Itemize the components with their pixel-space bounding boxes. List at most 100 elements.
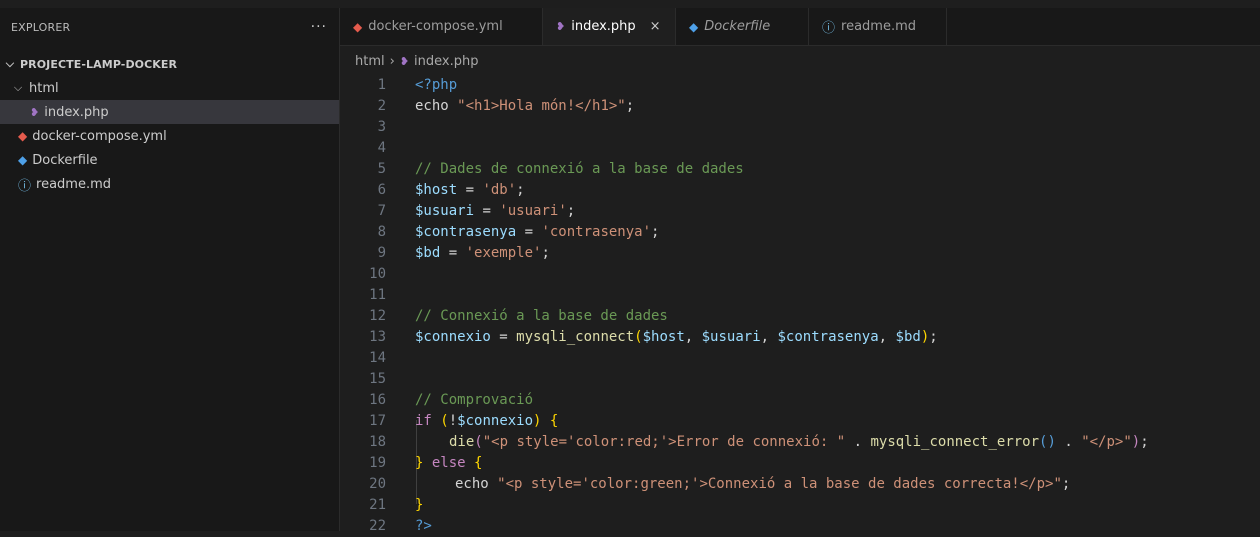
- more-actions-icon[interactable]: ···: [311, 19, 327, 35]
- code-token: ): [920, 329, 930, 345]
- tab-index-php[interactable]: ❥ index.php ×: [543, 8, 676, 45]
- line-number: 11: [369, 287, 386, 303]
- code-token: 'db': [482, 182, 517, 198]
- code-token: {: [549, 413, 559, 429]
- code-token: (: [634, 329, 643, 345]
- close-icon[interactable]: ×: [650, 19, 661, 34]
- code-token: ;: [1140, 434, 1149, 450]
- line-number: 16: [369, 392, 386, 408]
- php-file-icon: ❥: [30, 105, 40, 119]
- info-icon: ⓘ: [18, 178, 32, 194]
- code-editor[interactable]: 1 <?php 2 echo "<h1>Hola món!</h1>"; 3 4 5…: [340, 75, 1260, 534]
- php-file-icon: ❥: [556, 20, 566, 33]
- line-number: 14: [369, 350, 386, 366]
- breadcrumb: html › ❥ index.php: [340, 47, 1260, 75]
- code-token: else: [431, 455, 466, 471]
- tree-item-label: html: [29, 80, 59, 96]
- code-token: "<p style='color:red;'>Error de connexió…: [482, 434, 846, 450]
- code-token: $usuari: [701, 329, 761, 345]
- code-token: (: [474, 434, 483, 450]
- code-comment: // Dades de connexió a la base de dades: [415, 161, 744, 177]
- code-token: $host: [642, 329, 685, 345]
- code-token: .: [1055, 434, 1082, 450]
- tree-item-index-php[interactable]: ❥ index.php: [0, 100, 339, 124]
- php-file-icon: ❥: [399, 54, 410, 68]
- code-token: (): [1039, 434, 1056, 450]
- line-number: 4: [377, 140, 386, 156]
- editor-tabs: ◆ docker-compose.yml ❥ index.php × ◆ Doc…: [340, 8, 1260, 46]
- project-root-folder[interactable]: ⌵ PROJECTE-LAMP-DOCKER: [0, 52, 339, 76]
- code-comment: // Connexió a la base de dades: [415, 308, 668, 324]
- code-token: $connexio: [415, 329, 491, 345]
- code-token: 'usuari': [499, 203, 567, 219]
- code-token: =: [440, 245, 466, 261]
- code-token: =: [516, 224, 542, 240]
- tree-item-label: index.php: [44, 104, 109, 120]
- explorer-sidebar: EXPLORER ··· ⌵ PROJECTE-LAMP-DOCKER ⌵ ht…: [0, 8, 340, 531]
- line-number: 12: [369, 308, 386, 324]
- line-number: 22: [369, 518, 386, 534]
- tab-readme[interactable]: ⓘ readme.md: [809, 8, 947, 45]
- docker-compose-icon: ◆: [353, 19, 363, 34]
- line-number: 7: [377, 203, 386, 219]
- line-number: 3: [377, 119, 386, 135]
- line-number: 21: [369, 497, 386, 513]
- info-icon: ⓘ: [822, 21, 836, 36]
- tree-item-label: readme.md: [36, 176, 112, 192]
- code-token: echo: [415, 98, 449, 114]
- line-number: 9: [377, 245, 386, 261]
- line-number: 20: [369, 476, 386, 492]
- code-token: 'exemple': [465, 245, 542, 261]
- code-token: (: [440, 413, 449, 429]
- line-number: 13: [369, 329, 386, 345]
- code-token: 'contrasenya': [541, 224, 652, 240]
- code-token: ,: [684, 329, 702, 345]
- code-token: $host: [415, 182, 458, 198]
- tab-dockerfile[interactable]: ◆ Dockerfile: [676, 8, 809, 45]
- code-token: ;: [625, 98, 635, 114]
- code-token: =: [474, 203, 500, 219]
- tree-item-html-folder[interactable]: ⌵ html: [0, 76, 339, 100]
- chevron-down-icon: ⌵: [13, 81, 23, 94]
- code-token: echo: [455, 476, 489, 492]
- code-token: "</p>": [1081, 434, 1132, 450]
- tab-label: Dockerfile: [704, 19, 771, 34]
- code-token: ;: [516, 182, 525, 198]
- tab-label: readme.md: [841, 19, 917, 34]
- tree-item-label: docker-compose.yml: [32, 128, 167, 144]
- code-token: $bd: [415, 245, 441, 261]
- code-token: =: [490, 329, 517, 345]
- code-token: }: [415, 497, 424, 513]
- code-token: ,: [760, 329, 778, 345]
- code-token: "<p style='color:green;'>Connexió a la b…: [497, 476, 1062, 492]
- code-token: ): [1131, 434, 1141, 450]
- breadcrumb-folder[interactable]: html: [355, 54, 385, 69]
- code-token: =: [457, 182, 483, 198]
- tab-docker-compose[interactable]: ◆ docker-compose.yml: [340, 8, 543, 45]
- breadcrumb-file[interactable]: index.php: [414, 54, 478, 69]
- code-token: <?php: [415, 77, 458, 93]
- chevron-right-icon: ›: [389, 53, 395, 69]
- code-token: $connexio: [457, 413, 534, 429]
- code-token: ;: [929, 329, 938, 345]
- tree-item-label: Dockerfile: [32, 152, 98, 168]
- file-tree: ⌵ PROJECTE-LAMP-DOCKER ⌵ html ❥ index.ph…: [0, 52, 339, 196]
- tree-item-readme[interactable]: ⓘ readme.md: [0, 172, 339, 196]
- line-number: 1: [377, 77, 386, 93]
- code-token: ;: [541, 245, 550, 261]
- code-token: !: [448, 413, 458, 429]
- docker-icon: ◆: [18, 153, 28, 167]
- code-token: ,: [878, 329, 896, 345]
- line-number: 5: [377, 161, 386, 177]
- line-number: 8: [377, 224, 386, 240]
- code-token: ;: [1061, 476, 1071, 492]
- code-token: if: [415, 413, 432, 429]
- tree-item-dockerfile[interactable]: ◆ Dockerfile: [0, 148, 339, 172]
- code-token: "<h1>Hola món!</h1>": [457, 98, 626, 114]
- tree-item-docker-compose[interactable]: ◆ docker-compose.yml: [0, 124, 339, 148]
- code-token: ;: [651, 224, 660, 240]
- line-number: 2: [377, 98, 386, 114]
